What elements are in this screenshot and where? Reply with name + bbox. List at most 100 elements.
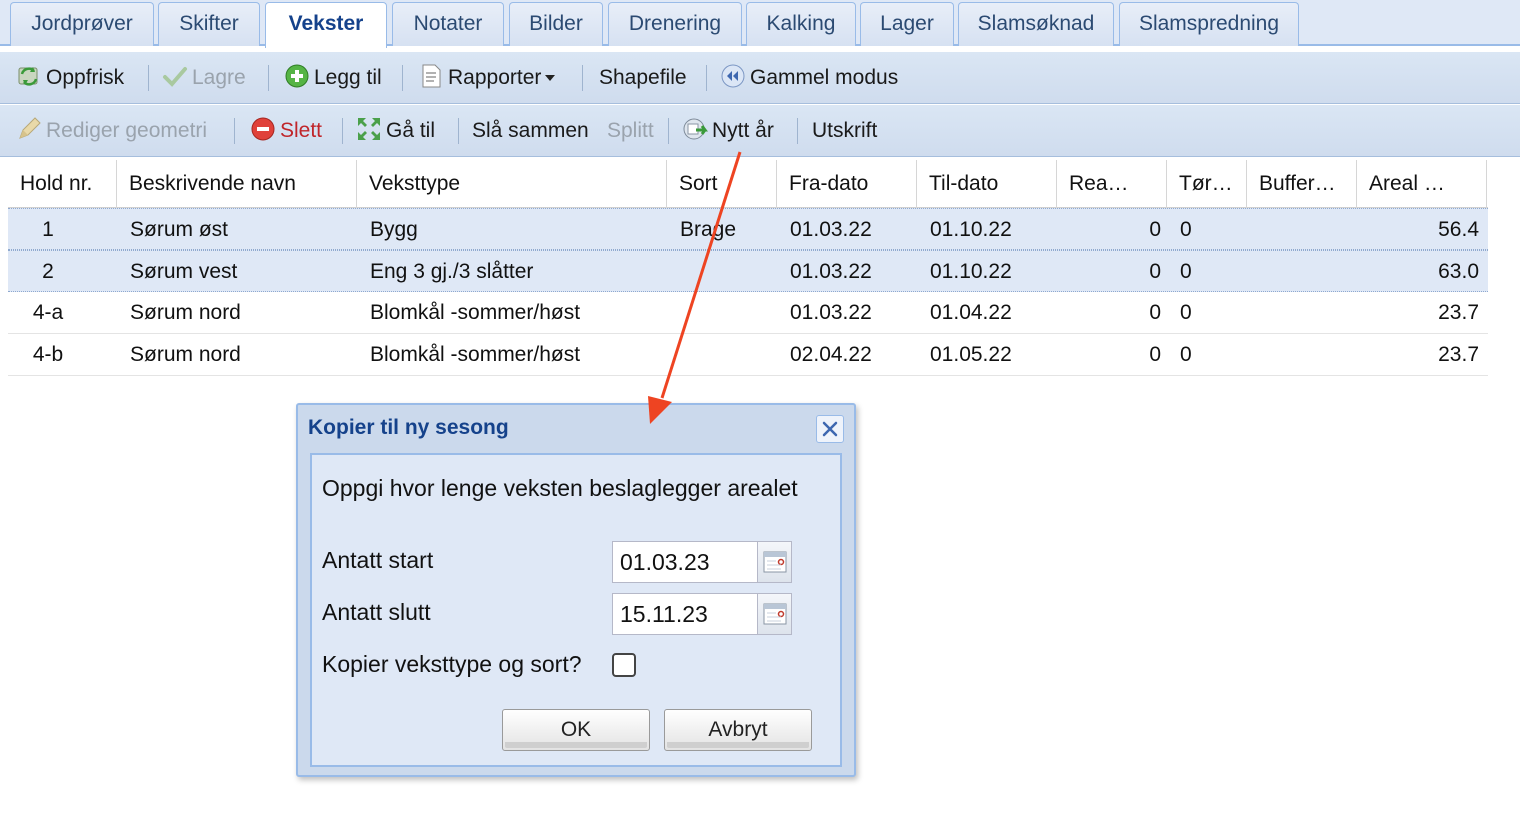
cell-from: 01.03.22 [790,260,872,283]
cell-to: 01.05.22 [930,343,1012,366]
start-date-field [612,541,792,583]
column-header-tor[interactable]: Tør… [1167,160,1247,208]
split-button[interactable]: Splitt [607,105,654,157]
cell-from: 01.03.22 [790,301,872,324]
tab-vekster[interactable]: Vekster [265,2,387,48]
dialog-title: Kopier til ny sesong [308,416,509,439]
cell-area: 56.4 [1438,218,1479,241]
button-bevel [505,742,647,748]
start-date-input[interactable] [613,542,759,582]
delete-circle-icon [250,116,276,142]
tab-drenering[interactable]: Drenering [608,2,742,46]
cell-name: Sørum nord [130,301,241,324]
cell-sort [680,251,780,293]
delete-button[interactable]: Slett [250,105,322,157]
shapefile-label: Shapefile [599,66,687,89]
edit-toolbar: Rediger geometri Slett Gå til Slå sammen… [0,105,1520,157]
table-row[interactable]: 4-b Sørum nord Blomkål -sommer/høst 02.04.2… [8,334,1488,376]
main-toolbar: Oppfrisk Lagre Legg til Rapporter Shapef… [0,52,1520,104]
legacy-mode-button[interactable]: Gammel modus [720,52,898,104]
cell-type: Bygg [370,218,418,241]
toolbar-separator [582,65,583,91]
copy-type-checkbox[interactable] [612,653,636,677]
cell-from: 01.03.22 [790,218,872,241]
cancel-button[interactable]: Avbryt [664,709,812,751]
add-button[interactable]: Legg til [284,52,382,104]
column-header-rea[interactable]: Rea… [1057,160,1167,208]
close-icon [817,416,843,442]
arrows-in-icon [356,116,382,142]
column-header-to[interactable]: Til-dato [917,160,1057,208]
tab-slamsoknad[interactable]: Slamsøknad [958,2,1114,46]
cell-name: Sørum nord [130,343,241,366]
column-header-area[interactable]: Areal … [1357,160,1487,208]
column-header-from[interactable]: Fra-dato [777,160,917,208]
column-header-type[interactable]: Veksttype [357,160,667,208]
toolbar-separator [268,65,269,91]
tab-strip: Jordprøver Skifter Vekster Notater Bilde… [0,0,1520,48]
cell-area: 63.0 [1438,260,1479,283]
tab-slamspredning[interactable]: Slamspredning [1119,2,1299,46]
cancel-button-label: Avbryt [708,718,768,741]
end-date-field [612,593,792,635]
edit-geometry-button[interactable]: Rediger geometri [16,105,207,157]
ok-button[interactable]: OK [502,709,650,751]
column-header-sort[interactable]: Sort [667,160,777,208]
merge-button[interactable]: Slå sammen [472,105,589,157]
print-label: Utskrift [812,119,878,142]
cell-tor: 0 [1180,301,1192,324]
end-date-picker-button[interactable] [757,594,791,634]
cell-area: 23.7 [1438,301,1479,324]
calendar-icon [763,551,787,573]
cell-tor: 0 [1180,343,1192,366]
toolbar-separator [668,118,669,144]
table-row[interactable]: 4-a Sørum nord Blomkål -sommer/høst 01.03.2… [8,292,1488,334]
cell-sort [680,334,780,376]
document-icon [418,63,444,89]
tab-kalking[interactable]: Kalking [746,2,856,46]
merge-label: Slå sammen [472,119,589,142]
shapefile-button[interactable]: Shapefile [599,52,687,104]
cell-from: 02.04.22 [790,343,872,366]
dialog-instruction: Oppgi hvor lenge veksten beslaglegger ar… [322,475,798,501]
cell-to: 01.10.22 [930,218,1012,241]
cell-rea: 0 [1149,343,1161,366]
refresh-button[interactable]: Oppfrisk [16,52,124,104]
table-row[interactable]: 2 Sørum vest Eng 3 gj./3 slåtter 01.03.22 01… [8,250,1488,292]
print-button[interactable]: Utskrift [812,105,877,157]
start-date-picker-button[interactable] [757,542,791,582]
cell-tor: 0 [1180,260,1192,283]
reports-dropdown[interactable]: Rapporter [418,52,556,104]
cell-buffer [1260,292,1350,334]
dialog-close-button[interactable] [816,415,844,443]
add-circle-icon [284,63,310,89]
tab-jordprover[interactable]: Jordprøver [10,2,154,46]
tab-notater[interactable]: Notater [392,2,504,46]
add-label: Legg til [314,66,382,89]
save-button[interactable]: Lagre [162,52,246,104]
tab-bilder[interactable]: Bilder [509,2,603,46]
table-row[interactable]: 1 Sørum øst Bygg Brage 01.03.22 01.10.22 0 0 56.… [8,208,1488,250]
end-date-input[interactable] [613,594,759,634]
cell-hold: 1 [42,218,54,241]
column-header-hold[interactable]: Hold nr. [8,160,117,208]
tab-skifter[interactable]: Skifter [158,2,260,46]
column-header-buffer[interactable]: Buffer… [1247,160,1357,208]
pencil-icon [16,116,42,142]
cell-area: 23.7 [1438,343,1479,366]
cell-rea: 0 [1149,260,1161,283]
goto-label: Gå til [386,119,436,142]
cell-rea: 0 [1149,218,1161,241]
refresh-icon [16,63,42,89]
new-year-button[interactable]: Nytt år [682,105,774,157]
cell-sort [680,292,780,334]
toolbar-separator [706,65,707,91]
goto-button[interactable]: Gå til [356,105,435,157]
edit-geometry-label: Rediger geometri [46,119,208,142]
copy-season-dialog: Kopier til ny sesong Oppgi hvor lenge ve… [296,403,856,777]
tab-lager[interactable]: Lager [860,2,954,46]
new-year-icon [682,116,708,142]
rewind-icon [720,63,746,89]
cell-hold: 4-b [32,343,64,366]
column-header-name[interactable]: Beskrivende navn [117,160,357,208]
